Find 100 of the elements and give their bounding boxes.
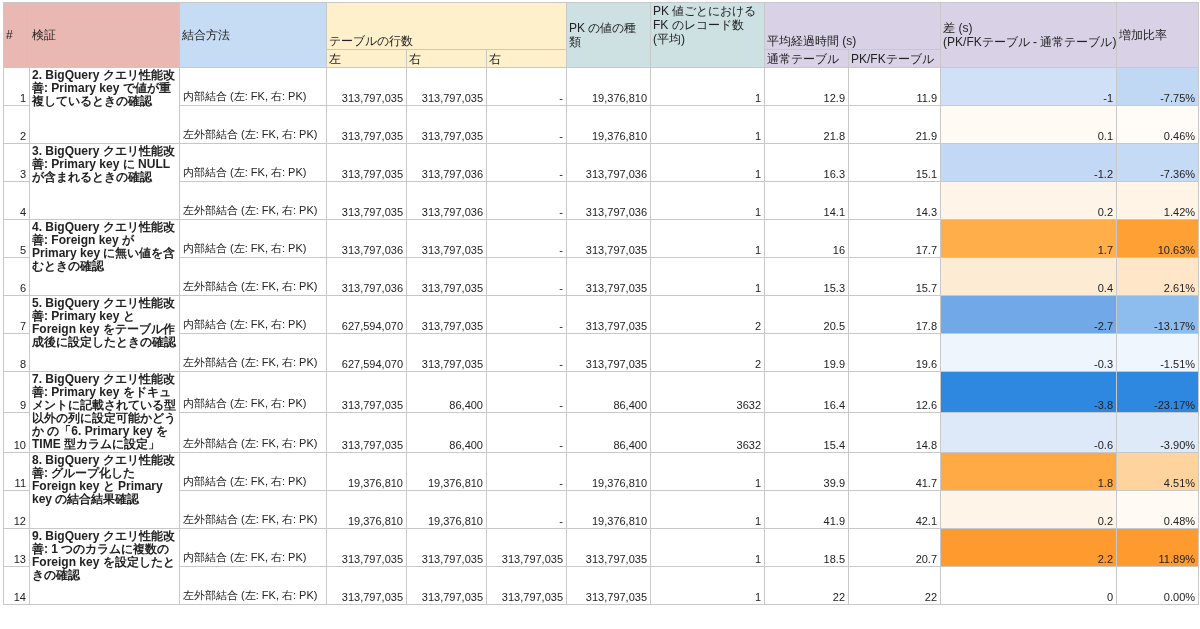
row-number: 9	[3, 371, 30, 412]
table-cell: 1	[650, 143, 765, 182]
table-cell: 3. BigQuery クエリ性能改善: Primary key に NULL が含まれるときの確認	[29, 143, 180, 220]
table-cell: 19,376,810	[566, 452, 651, 491]
table-cell: 41.7	[848, 452, 941, 491]
table-cell: -	[486, 490, 567, 529]
table-cell: 0.2	[940, 490, 1117, 529]
column-header: #	[3, 2, 30, 68]
table-cell: 19,376,810	[566, 490, 651, 529]
table-cell: 19,376,810	[566, 105, 651, 144]
table-cell: 1	[650, 257, 765, 296]
table-cell: 0.4	[940, 257, 1117, 296]
column-header: テーブルの行数	[326, 2, 567, 50]
table-cell: 313,797,035	[486, 528, 567, 567]
table-cell: 627,594,070	[326, 295, 407, 334]
row-number: 10	[3, 412, 30, 453]
table-cell: 20.5	[764, 295, 849, 334]
table-cell: 2. BigQuery クエリ性能改善: Primary key で値が重複しているときの確認	[29, 67, 180, 144]
table-cell: 18.5	[764, 528, 849, 567]
table-cell: 313,797,035	[566, 528, 651, 567]
table-cell: 2.2	[940, 528, 1117, 567]
table-cell: 内部結合 (左: FK, 右: PK)	[179, 143, 327, 182]
table-cell: 3632	[650, 371, 765, 412]
table-cell: 313,797,036	[326, 257, 407, 296]
table-cell: 19.6	[848, 333, 941, 372]
table-cell: 17.8	[848, 295, 941, 334]
table-cell: -	[486, 143, 567, 182]
table-cell: 0	[940, 566, 1117, 605]
table-cell: 313,797,035	[486, 566, 567, 605]
table-cell: 313,797,035	[406, 295, 487, 334]
table-cell: 内部結合 (左: FK, 右: PK)	[179, 371, 327, 412]
table-cell: 313,797,035	[326, 566, 407, 605]
table-cell: -1	[940, 67, 1117, 106]
table-cell: 1.7	[940, 219, 1117, 258]
table-cell: 15.7	[848, 257, 941, 296]
table-cell: 313,797,035	[326, 67, 407, 106]
column-header: PK 値ごとにおける FK のレコード数 (平均)	[650, 2, 765, 68]
table-cell: 16.3	[764, 143, 849, 182]
row-number: 1	[3, 67, 30, 106]
table-cell: 1	[650, 528, 765, 567]
table-cell: 19,376,810	[326, 490, 407, 529]
table-cell: -	[486, 181, 567, 220]
table-cell: 左外部結合 (左: FK, 右: PK)	[179, 333, 327, 372]
table-cell: 1	[650, 452, 765, 491]
table-cell: 86,400	[406, 412, 487, 453]
row-number: 14	[3, 566, 30, 605]
table-cell: 313,797,035	[326, 143, 407, 182]
table-cell: 1	[650, 566, 765, 605]
table-cell: 左外部結合 (左: FK, 右: PK)	[179, 566, 327, 605]
table-cell: 15.4	[764, 412, 849, 453]
table-cell: -23.17%	[1116, 371, 1199, 412]
table-cell: 313,797,035	[566, 295, 651, 334]
table-cell: 8. BigQuery クエリ性能改善: グループ化した Foreign key と Primary key の結合結果確認	[29, 452, 180, 529]
column-header: 増加比率	[1116, 2, 1199, 68]
row-number: 11	[3, 452, 30, 491]
column-header: 平均経過時間 (s)	[764, 2, 941, 50]
row-number: 6	[3, 257, 30, 296]
table-cell: 19,376,810	[326, 452, 407, 491]
table-cell: 1.42%	[1116, 181, 1199, 220]
table-cell: 1	[650, 490, 765, 529]
table-cell: 41.9	[764, 490, 849, 529]
table-cell: -	[486, 105, 567, 144]
table-cell: 7. BigQuery クエリ性能改善: Primary key をドキュメントに記載されている型以外の列に設定可能かどうか の「6. Primary key を TIME 型カラムに設定」	[29, 371, 180, 453]
table-cell: 313,797,035	[326, 105, 407, 144]
table-cell: 15.3	[764, 257, 849, 296]
table-cell: 22	[848, 566, 941, 605]
table-cell: -13.17%	[1116, 295, 1199, 334]
table-cell: 313,797,036	[566, 181, 651, 220]
table-cell: 42.1	[848, 490, 941, 529]
table-cell: -2.7	[940, 295, 1117, 334]
table-cell: 12.9	[764, 67, 849, 106]
row-number: 7	[3, 295, 30, 334]
table-cell: 内部結合 (左: FK, 右: PK)	[179, 452, 327, 491]
table-cell: 4.51%	[1116, 452, 1199, 491]
table-cell: 11.9	[848, 67, 941, 106]
table-cell: 0.48%	[1116, 490, 1199, 529]
table-cell: 313,797,036	[406, 143, 487, 182]
table-cell: 313,797,035	[406, 67, 487, 106]
table-cell: 313,797,035	[326, 412, 407, 453]
table-cell: -7.75%	[1116, 67, 1199, 106]
table-cell: 16	[764, 219, 849, 258]
table-cell: 313,797,036	[326, 219, 407, 258]
table-cell: -	[486, 412, 567, 453]
column-header: 検証	[29, 2, 180, 68]
table-cell: 左外部結合 (左: FK, 右: PK)	[179, 181, 327, 220]
table-cell: 313,797,035	[566, 257, 651, 296]
table-cell: 313,797,035	[406, 528, 487, 567]
table-cell: -	[486, 295, 567, 334]
table-cell: -0.6	[940, 412, 1117, 453]
table-cell: -	[486, 333, 567, 372]
table-cell: 313,797,035	[326, 371, 407, 412]
table-cell: 12.6	[848, 371, 941, 412]
table-cell: -3.8	[940, 371, 1117, 412]
row-number: 2	[3, 105, 30, 144]
table-cell: 86,400	[566, 371, 651, 412]
table-cell: -	[486, 219, 567, 258]
table-cell: 0.2	[940, 181, 1117, 220]
table-cell: -	[486, 452, 567, 491]
table-cell: 5. BigQuery クエリ性能改善: Primary key と Foreign key をテーブル作成後に設定したときの確認	[29, 295, 180, 372]
table-cell: 14.8	[848, 412, 941, 453]
